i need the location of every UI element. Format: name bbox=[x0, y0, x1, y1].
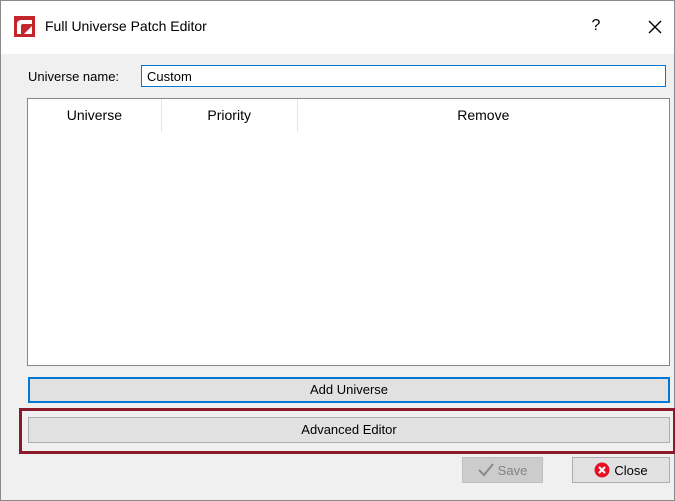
checkmark-icon bbox=[477, 463, 494, 477]
universe-table: Universe Priority Remove bbox=[27, 98, 670, 366]
close-button-label: Close bbox=[614, 462, 648, 478]
app-logo-icon bbox=[14, 16, 35, 37]
close-x-icon[interactable] bbox=[644, 14, 666, 38]
advanced-editor-button[interactable]: Advanced Editor bbox=[28, 417, 670, 443]
save-button-label: Save bbox=[497, 462, 528, 478]
column-header-remove[interactable]: Remove bbox=[298, 99, 669, 132]
column-header-priority[interactable]: Priority bbox=[162, 99, 298, 132]
column-header-universe[interactable]: Universe bbox=[28, 99, 162, 132]
window-title: Full Universe Patch Editor bbox=[45, 18, 207, 34]
add-universe-button[interactable]: Add Universe bbox=[28, 377, 670, 403]
save-button[interactable]: Save bbox=[462, 457, 543, 483]
universe-name-input[interactable] bbox=[141, 65, 666, 87]
close-button[interactable]: Close bbox=[572, 457, 670, 483]
table-header: Universe Priority Remove bbox=[28, 99, 669, 133]
help-button[interactable]: ? bbox=[586, 14, 606, 38]
dialog-window: Full Universe Patch Editor ? Universe na… bbox=[0, 0, 675, 501]
title-bar: Full Universe Patch Editor ? bbox=[1, 1, 674, 54]
close-circle-icon bbox=[594, 462, 610, 478]
universe-name-label: Universe name: bbox=[28, 69, 120, 84]
